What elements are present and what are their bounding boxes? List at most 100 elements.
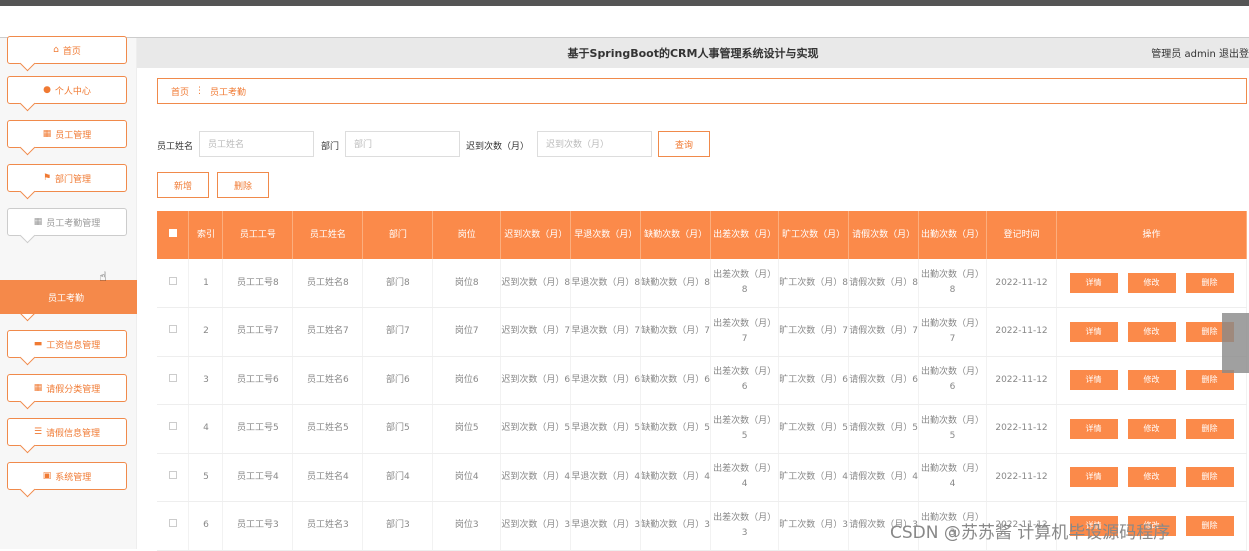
sidebar-item-10[interactable]: ▣ 系统管理 — [7, 462, 127, 490]
cell-leave: 请假次数（月）5 — [848, 404, 920, 454]
cell-attend: 出勤次数（月）7 — [918, 307, 988, 357]
page-title: 基于SpringBoot的CRM人事管理系统设计与实现 — [567, 47, 819, 60]
sidebar-item-4[interactable]: ⚑ 部门管理 — [7, 164, 127, 192]
row-select-cell — [157, 501, 190, 551]
name-search-input[interactable] — [199, 131, 314, 157]
sidebar: ⌂首页●个人中心▦员工管理⚑部门管理▦员工考勤管理●绩效考核管理▬工资信息管理▦… — [0, 36, 137, 549]
cell-post: 岗位5 — [432, 404, 502, 454]
cell-leave: 请假次数（月）6 — [848, 356, 920, 405]
column-header: 旷工次数（月） — [778, 211, 850, 259]
sidebar-item-label: 个人中心 — [54, 86, 91, 97]
row-checkbox[interactable] — [168, 519, 177, 528]
edit-button[interactable]: 修改 — [1127, 273, 1176, 293]
batch-delete-button[interactable]: 删除 — [217, 172, 269, 198]
sidebar-item-9[interactable]: ☰ 请假信息管理 — [7, 418, 127, 446]
sidebar-item-3[interactable]: ▦ 员工管理 — [7, 120, 127, 148]
sidebar-item-label: 员工管理 — [55, 130, 92, 141]
cell-dept: 部门7 — [362, 307, 434, 357]
table-header-row: 索引 员工工号 员工姓名 部门 岗位 迟到次数（月） 早退次数（月） 缺勤次数（月） 出差次数（… — [157, 211, 1247, 259]
sidebar-item-1[interactable]: ⌂ 首页 — [7, 36, 127, 64]
sidebar-item-2[interactable]: ● 个人中心 — [7, 76, 127, 104]
edit-button[interactable]: 修改 — [1127, 418, 1176, 439]
column-header: 员工姓名 — [292, 211, 364, 259]
detail-button[interactable]: 详情 — [1069, 418, 1118, 439]
sidebar-item-7[interactable]: ▬ 工资信息管理 — [7, 330, 127, 358]
delete-button[interactable]: 删除 — [1185, 515, 1234, 536]
cell-attend: 出勤次数（月）5 — [918, 404, 988, 454]
row-select-cell — [157, 356, 190, 405]
grid-icon: ▦ — [42, 129, 52, 139]
row-checkbox[interactable] — [168, 276, 177, 285]
cell-truant: 旷工次数（月）4 — [778, 453, 850, 502]
edit-button[interactable]: 修改 — [1127, 467, 1176, 488]
cell-emp_name: 员工姓名3 — [292, 501, 364, 551]
column-header: 请假次数（月） — [848, 211, 920, 259]
detail-button[interactable]: 详情 — [1069, 467, 1118, 488]
query-button[interactable]: 查询 — [658, 131, 710, 157]
row-select-cell — [157, 307, 190, 357]
delete-button[interactable]: 删除 — [1185, 418, 1234, 439]
breadcrumb-separator: ⋮ — [195, 86, 205, 96]
column-header: 操作 — [1056, 211, 1247, 259]
submenu-item-attendance[interactable]: 员工考勤 — [0, 280, 137, 314]
add-button[interactable]: 新增 — [157, 172, 209, 198]
edit-button[interactable]: 修改 — [1127, 370, 1176, 391]
detail-button[interactable]: 详情 — [1069, 321, 1118, 342]
sidebar-item-8[interactable]: ▦ 请假分类管理 — [7, 374, 127, 402]
cell-date: 2022-11-12 — [986, 356, 1057, 405]
top-header: 基于SpringBoot的CRM人事管理系统设计与实现 管理员 admin 退出… — [137, 38, 1249, 68]
mouse-cursor-icon: ☝ — [99, 270, 107, 285]
cell-emp_no: 员工工号7 — [222, 307, 294, 357]
cell-trip: 出差次数（月）4 — [710, 453, 780, 502]
cell-trip: 出差次数（月）8 — [710, 259, 780, 308]
column-header: 员工工号 — [222, 211, 294, 259]
delete-button[interactable]: 删除 — [1185, 467, 1234, 488]
table-row: 3 员工工号6 员工姓名6 部门6 岗位6 迟到次数（月）6 早退次数（月）6 缺勤次数（月）… — [157, 356, 1247, 405]
cell-attend: 出勤次数（月）6 — [918, 356, 988, 405]
cell-index: 1 — [188, 259, 224, 308]
cell-emp_name: 员工姓名5 — [292, 404, 364, 454]
flag-icon: ⚑ — [42, 173, 52, 183]
dept-search-input[interactable] — [345, 131, 460, 157]
cell-date: 2022-11-12 — [986, 404, 1057, 454]
sidebar-item-label: 员工考勤管理 — [46, 218, 101, 229]
sidebar-item-5[interactable]: ▦ 员工考勤管理 — [7, 208, 127, 236]
column-header: 出勤次数（月） — [918, 211, 988, 259]
cell-early: 早退次数（月）3 — [570, 501, 642, 551]
cell-attend: 出勤次数（月）4 — [918, 453, 988, 502]
cell-index: 5 — [188, 453, 224, 502]
detail-button[interactable]: 详情 — [1069, 370, 1118, 391]
dept-label: 部门 — [321, 142, 340, 152]
user-logout-link[interactable]: 管理员 admin 退出登 — [1151, 45, 1249, 60]
cell-late: 迟到次数（月）6 — [500, 356, 572, 405]
row-checkbox[interactable] — [168, 470, 177, 479]
row-select-cell — [157, 453, 190, 502]
delete-button[interactable]: 删除 — [1185, 273, 1234, 293]
row-checkbox[interactable] — [168, 325, 177, 334]
row-actions-cell: 详情 修改 删除 — [1056, 307, 1247, 357]
cell-absent: 缺勤次数（月）6 — [640, 356, 712, 405]
cell-date: 2022-11-12 — [986, 453, 1057, 502]
late-count-search-input[interactable] — [537, 131, 652, 157]
home-icon: ⌂ — [53, 45, 59, 55]
cell-absent: 缺勤次数（月）8 — [640, 259, 712, 308]
cell-post: 岗位3 — [432, 501, 502, 551]
cell-date: 2022-11-12 — [986, 259, 1057, 308]
detail-button[interactable]: 详情 — [1069, 273, 1118, 293]
row-actions-cell: 详情 修改 删除 — [1056, 453, 1247, 502]
row-actions-cell: 详情 修改 删除 — [1056, 356, 1247, 405]
cell-trip: 出差次数（月）3 — [710, 501, 780, 551]
breadcrumb-home[interactable]: 首页 — [171, 85, 189, 98]
row-checkbox[interactable] — [168, 373, 177, 382]
cell-emp_no: 员工工号3 — [222, 501, 294, 551]
cell-dept: 部门8 — [362, 259, 434, 308]
delete-button[interactable]: 删除 — [1185, 370, 1234, 391]
edit-button[interactable]: 修改 — [1127, 321, 1176, 342]
cell-index: 4 — [188, 404, 224, 454]
cell-truant: 旷工次数（月）8 — [778, 259, 850, 308]
cell-index: 6 — [188, 501, 224, 551]
cell-post: 岗位8 — [432, 259, 502, 308]
select-all-checkbox[interactable] — [168, 228, 177, 237]
row-checkbox[interactable] — [168, 422, 177, 431]
side-scroll-handle[interactable] — [1222, 313, 1249, 373]
